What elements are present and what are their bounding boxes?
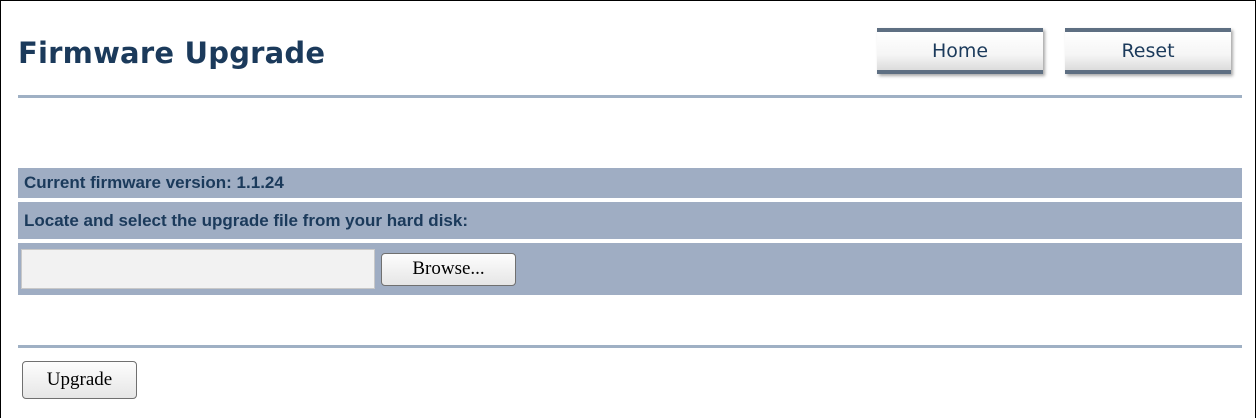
file-path-input[interactable] — [21, 249, 375, 289]
current-version-label: Current firmware version: 1.1.24 — [24, 173, 284, 192]
upgrade-button[interactable]: Upgrade — [22, 361, 137, 399]
home-button[interactable]: Home — [877, 28, 1043, 74]
file-select-row: Browse... — [18, 243, 1242, 295]
reset-button[interactable]: Reset — [1065, 28, 1231, 74]
header-divider — [18, 95, 1242, 98]
current-version-row: Current firmware version: 1.1.24 — [18, 168, 1242, 198]
locate-file-label: Locate and select the upgrade file from … — [24, 210, 468, 230]
footer-divider — [18, 345, 1242, 348]
browse-button[interactable]: Browse... — [381, 252, 516, 286]
page-title: Firmware Upgrade — [18, 36, 326, 70]
locate-file-row: Locate and select the upgrade file from … — [18, 202, 1242, 239]
